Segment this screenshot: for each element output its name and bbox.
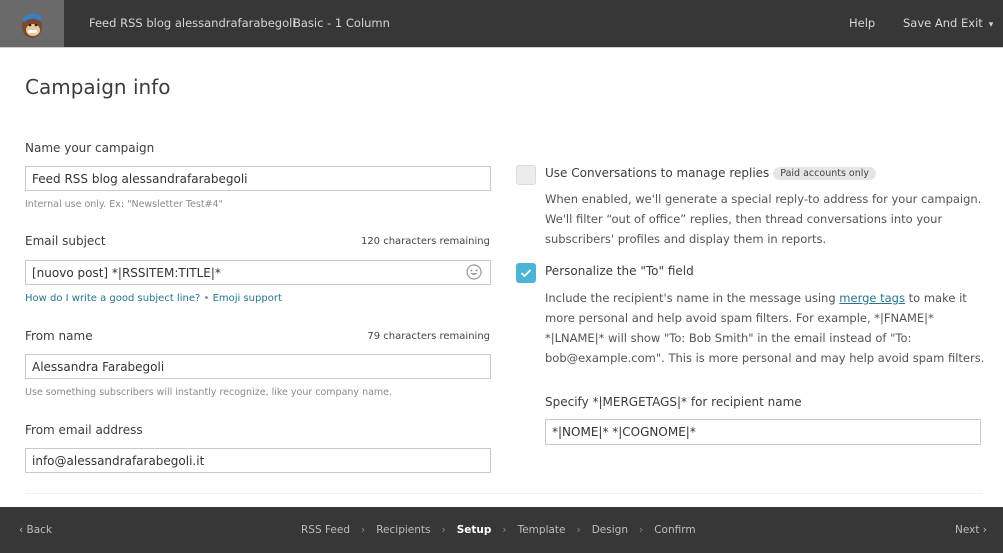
step-setup[interactable]: Setup (457, 507, 492, 553)
personalize-description: Include the recipient's name in the mess… (545, 288, 985, 368)
help-link[interactable]: Help (849, 0, 875, 47)
save-and-exit-button[interactable]: Save And Exit ▾ (903, 0, 993, 47)
from-email-input[interactable] (25, 448, 491, 473)
campaign-name-input[interactable] (25, 166, 491, 191)
save-and-exit-label: Save And Exit (903, 16, 983, 30)
freddie-monkey-icon (22, 12, 42, 38)
merge-tags-label: Specify *|MERGETAGS|* for recipient name (545, 395, 802, 409)
chevron-right-icon: › (502, 524, 507, 536)
campaign-name-help: Internal use only. Ex: "Newsletter Test#… (25, 199, 223, 210)
merge-tags-link[interactable]: merge tags (839, 291, 905, 305)
conversations-label: Use Conversations to manage replies (545, 166, 770, 180)
link-separator: • (200, 293, 213, 304)
step-confirm[interactable]: Confirm (654, 507, 695, 553)
from-name-characters-remaining: 79 characters remaining (367, 331, 490, 342)
step-breadcrumb: RSS Feed › Recipients › Setup › Template… (301, 507, 696, 553)
campaign-name-label: Name your campaign (25, 141, 155, 155)
top-bar: Feed RSS blog alessandrafarabegoli Basic… (0, 0, 1003, 47)
email-subject-label: Email subject (25, 234, 106, 248)
mailchimp-logo[interactable] (0, 0, 64, 47)
subject-characters-remaining: 120 characters remaining (360, 236, 490, 247)
conversations-option: Use Conversations to manage replies Paid … (545, 166, 877, 180)
personalize-to-checkbox[interactable] (516, 263, 536, 283)
page-title: Campaign info (25, 75, 171, 99)
step-rss-feed[interactable]: RSS Feed (301, 507, 350, 553)
chevron-right-icon: › (576, 524, 581, 536)
campaign-title: Feed RSS blog alessandrafarabegoli (89, 16, 296, 30)
step-design[interactable]: Design (592, 507, 628, 553)
email-subject-input[interactable] (25, 260, 491, 285)
chevron-right-icon: › (441, 524, 446, 536)
checkmark-icon (520, 269, 532, 278)
content-divider (25, 493, 983, 494)
from-name-input[interactable] (25, 354, 491, 379)
next-button[interactable]: Next › (955, 507, 987, 553)
from-email-label: From email address (25, 423, 143, 437)
chevron-down-icon: ▾ (988, 20, 994, 30)
template-name: Basic - 1 Column (293, 16, 390, 30)
conversations-checkbox[interactable] (516, 165, 536, 185)
step-template[interactable]: Template (518, 507, 566, 553)
from-name-help: Use something subscribers will instantly… (25, 387, 393, 398)
back-button[interactable]: ‹ Back (19, 507, 52, 553)
divider (0, 47, 1003, 48)
personalize-to-label: Personalize the "To" field (545, 264, 694, 278)
conversations-description: When enabled, we'll generate a special r… (545, 192, 982, 246)
chevron-right-icon: › (638, 524, 644, 536)
emoji-support-link[interactable]: Emoji support (213, 293, 282, 304)
paid-accounts-badge: Paid accounts only (773, 167, 877, 180)
from-name-label: From name (25, 329, 93, 343)
subject-line-help-link[interactable]: How do I write a good subject line? (25, 293, 200, 304)
chevron-right-icon: › (361, 524, 366, 536)
footer-nav: ‹ Back RSS Feed › Recipients › Setup › T… (0, 507, 1003, 553)
step-recipients[interactable]: Recipients (376, 507, 430, 553)
subject-help-links: How do I write a good subject line? • Em… (25, 293, 282, 304)
emoji-picker-icon[interactable] (466, 264, 482, 280)
personalize-desc-before: Include the recipient's name in the mess… (545, 291, 840, 305)
recipient-merge-tags-input[interactable] (545, 419, 981, 445)
